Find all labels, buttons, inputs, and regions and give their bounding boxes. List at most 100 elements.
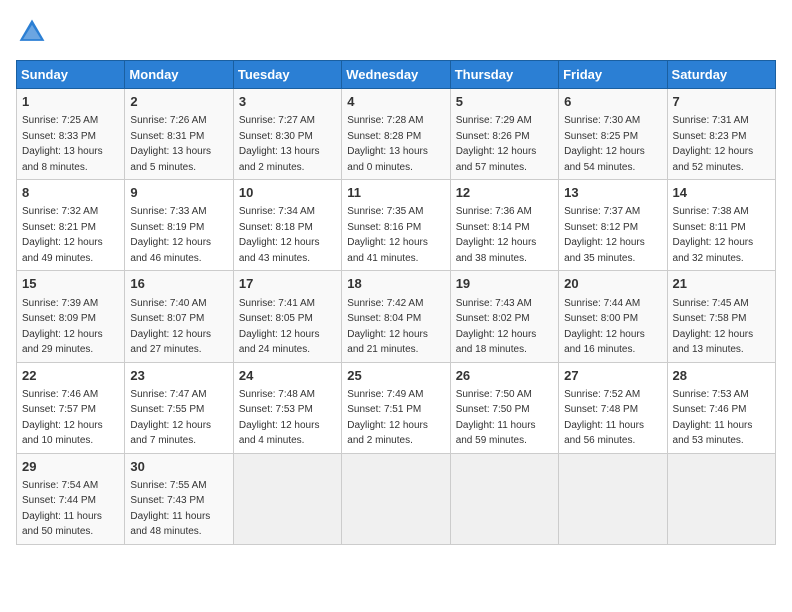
day-number: 3 [239, 93, 336, 111]
calendar-week-row: 1 Sunrise: 7:25 AMSunset: 8:33 PMDaylight… [17, 89, 776, 180]
calendar-cell: 24 Sunrise: 7:48 AMSunset: 7:53 PMDayligh… [233, 362, 341, 453]
calendar-week-row: 15Sunrise: 7:39 AMSunset: 8:09 PMDayligh… [17, 271, 776, 362]
day-info: Sunrise: 7:42 AMSunset: 8:04 PMDaylight:… [347, 298, 428, 356]
day-info: Sunrise: 7:25 AMSunset: 8:33 PMDaylight:… [22, 115, 103, 173]
day-number: 11 [347, 184, 444, 202]
calendar-cell: 1 Sunrise: 7:25 AMSunset: 8:33 PMDaylight… [17, 89, 125, 180]
calendar-cell: 11 Sunrise: 7:35 AMSunset: 8:16 PMDayligh… [342, 180, 450, 271]
calendar-cell: 13 Sunrise: 7:37 AMSunset: 8:12 PMDayligh… [559, 180, 667, 271]
calendar-cell: 5Sunrise: 7:29 AMSunset: 8:26 PMDaylight… [450, 89, 558, 180]
day-number: 6 [564, 93, 661, 111]
calendar-body: 1 Sunrise: 7:25 AMSunset: 8:33 PMDaylight… [17, 89, 776, 545]
day-info: Sunrise: 7:31 AMSunset: 8:23 PMDaylight:… [673, 115, 754, 173]
day-number: 7 [673, 93, 770, 111]
day-info: Sunrise: 7:41 AMSunset: 8:05 PMDaylight:… [239, 298, 320, 356]
day-number: 4 [347, 93, 444, 111]
day-info: Sunrise: 7:53 AMSunset: 7:46 PMDaylight:… [673, 389, 753, 447]
calendar-cell: 19 Sunrise: 7:43 AMSunset: 8:02 PMDayligh… [450, 271, 558, 362]
day-header-thursday: Thursday [450, 61, 558, 89]
calendar-cell: 23 Sunrise: 7:47 AMSunset: 7:55 PMDayligh… [125, 362, 233, 453]
calendar-cell: 20 Sunrise: 7:44 AMSunset: 8:00 PMDayligh… [559, 271, 667, 362]
calendar-cell: 7 Sunrise: 7:31 AMSunset: 8:23 PMDaylight… [667, 89, 775, 180]
day-info: Sunrise: 7:47 AMSunset: 7:55 PMDaylight:… [130, 389, 211, 447]
day-info: Sunrise: 7:26 AMSunset: 8:31 PMDaylight:… [130, 115, 211, 173]
day-number: 12 [456, 184, 553, 202]
day-info: Sunrise: 7:27 AMSunset: 8:30 PMDaylight:… [239, 115, 320, 173]
day-info: Sunrise: 7:54 AMSunset: 7:44 PMDaylight:… [22, 480, 102, 538]
day-info: Sunrise: 7:28 AMSunset: 8:28 PMDaylight:… [347, 115, 428, 173]
day-number: 26 [456, 367, 553, 385]
day-info: Sunrise: 7:39 AMSunset: 8:09 PMDaylight:… [22, 298, 103, 356]
calendar-cell: 17 Sunrise: 7:41 AMSunset: 8:05 PMDayligh… [233, 271, 341, 362]
day-info: Sunrise: 7:34 AMSunset: 8:18 PMDaylight:… [239, 206, 320, 264]
day-number: 5 [456, 93, 553, 111]
day-number: 21 [673, 275, 770, 293]
calendar-cell [233, 453, 341, 544]
day-header-tuesday: Tuesday [233, 61, 341, 89]
calendar-header-row: SundayMondayTuesdayWednesdayThursdayFrid… [17, 61, 776, 89]
calendar-cell: 30 Sunrise: 7:55 AMSunset: 7:43 PMDayligh… [125, 453, 233, 544]
calendar-cell: 9Sunrise: 7:33 AMSunset: 8:19 PMDaylight… [125, 180, 233, 271]
day-info: Sunrise: 7:55 AMSunset: 7:43 PMDaylight:… [130, 480, 210, 538]
calendar-cell: 10 Sunrise: 7:34 AMSunset: 8:18 PMDayligh… [233, 180, 341, 271]
page-header [16, 16, 776, 48]
day-number: 13 [564, 184, 661, 202]
day-number: 18 [347, 275, 444, 293]
calendar-cell: 18 Sunrise: 7:42 AMSunset: 8:04 PMDayligh… [342, 271, 450, 362]
day-number: 16 [130, 275, 227, 293]
calendar-cell: 25 Sunrise: 7:49 AMSunset: 7:51 PMDayligh… [342, 362, 450, 453]
day-header-saturday: Saturday [667, 61, 775, 89]
day-number: 23 [130, 367, 227, 385]
day-number: 14 [673, 184, 770, 202]
calendar-cell: 27 Sunrise: 7:52 AMSunset: 7:48 PMDayligh… [559, 362, 667, 453]
day-number: 19 [456, 275, 553, 293]
calendar-cell: 8Sunrise: 7:32 AMSunset: 8:21 PMDaylight… [17, 180, 125, 271]
logo [16, 16, 54, 48]
calendar-cell: 15Sunrise: 7:39 AMSunset: 8:09 PMDayligh… [17, 271, 125, 362]
day-info: Sunrise: 7:50 AMSunset: 7:50 PMDaylight:… [456, 389, 536, 447]
calendar-cell [342, 453, 450, 544]
day-number: 1 [22, 93, 119, 111]
day-number: 27 [564, 367, 661, 385]
calendar-cell: 26 Sunrise: 7:50 AMSunset: 7:50 PMDayligh… [450, 362, 558, 453]
day-number: 24 [239, 367, 336, 385]
day-number: 25 [347, 367, 444, 385]
calendar-cell [450, 453, 558, 544]
calendar-cell: 14 Sunrise: 7:38 AMSunset: 8:11 PMDayligh… [667, 180, 775, 271]
calendar-cell: 16 Sunrise: 7:40 AMSunset: 8:07 PMDayligh… [125, 271, 233, 362]
day-number: 29 [22, 458, 119, 476]
day-header-friday: Friday [559, 61, 667, 89]
day-info: Sunrise: 7:44 AMSunset: 8:00 PMDaylight:… [564, 298, 645, 356]
day-number: 17 [239, 275, 336, 293]
day-number: 22 [22, 367, 119, 385]
day-header-monday: Monday [125, 61, 233, 89]
calendar-week-row: 8Sunrise: 7:32 AMSunset: 8:21 PMDaylight… [17, 180, 776, 271]
calendar-cell [667, 453, 775, 544]
day-info: Sunrise: 7:40 AMSunset: 8:07 PMDaylight:… [130, 298, 211, 356]
calendar-week-row: 29 Sunrise: 7:54 AMSunset: 7:44 PMDayligh… [17, 453, 776, 544]
logo-icon [16, 16, 48, 48]
calendar-cell: 29 Sunrise: 7:54 AMSunset: 7:44 PMDayligh… [17, 453, 125, 544]
calendar-cell: 3 Sunrise: 7:27 AMSunset: 8:30 PMDaylight… [233, 89, 341, 180]
day-info: Sunrise: 7:43 AMSunset: 8:02 PMDaylight:… [456, 298, 537, 356]
day-info: Sunrise: 7:52 AMSunset: 7:48 PMDaylight:… [564, 389, 644, 447]
day-number: 10 [239, 184, 336, 202]
day-header-sunday: Sunday [17, 61, 125, 89]
day-info: Sunrise: 7:48 AMSunset: 7:53 PMDaylight:… [239, 389, 320, 447]
day-info: Sunrise: 7:37 AMSunset: 8:12 PMDaylight:… [564, 206, 645, 264]
day-number: 20 [564, 275, 661, 293]
day-info: Sunrise: 7:33 AMSunset: 8:19 PMDaylight:… [130, 206, 211, 264]
day-info: Sunrise: 7:30 AMSunset: 8:25 PMDaylight:… [564, 115, 645, 173]
day-number: 28 [673, 367, 770, 385]
calendar-week-row: 22Sunrise: 7:46 AMSunset: 7:57 PMDayligh… [17, 362, 776, 453]
day-number: 2 [130, 93, 227, 111]
calendar-cell: 4 Sunrise: 7:28 AMSunset: 8:28 PMDaylight… [342, 89, 450, 180]
day-info: Sunrise: 7:38 AMSunset: 8:11 PMDaylight:… [673, 206, 754, 264]
day-info: Sunrise: 7:32 AMSunset: 8:21 PMDaylight:… [22, 206, 103, 264]
calendar-cell: 22Sunrise: 7:46 AMSunset: 7:57 PMDayligh… [17, 362, 125, 453]
day-number: 30 [130, 458, 227, 476]
calendar-table: SundayMondayTuesdayWednesdayThursdayFrid… [16, 60, 776, 545]
day-info: Sunrise: 7:35 AMSunset: 8:16 PMDaylight:… [347, 206, 428, 264]
calendar-cell: 12Sunrise: 7:36 AMSunset: 8:14 PMDayligh… [450, 180, 558, 271]
day-info: Sunrise: 7:49 AMSunset: 7:51 PMDaylight:… [347, 389, 428, 447]
